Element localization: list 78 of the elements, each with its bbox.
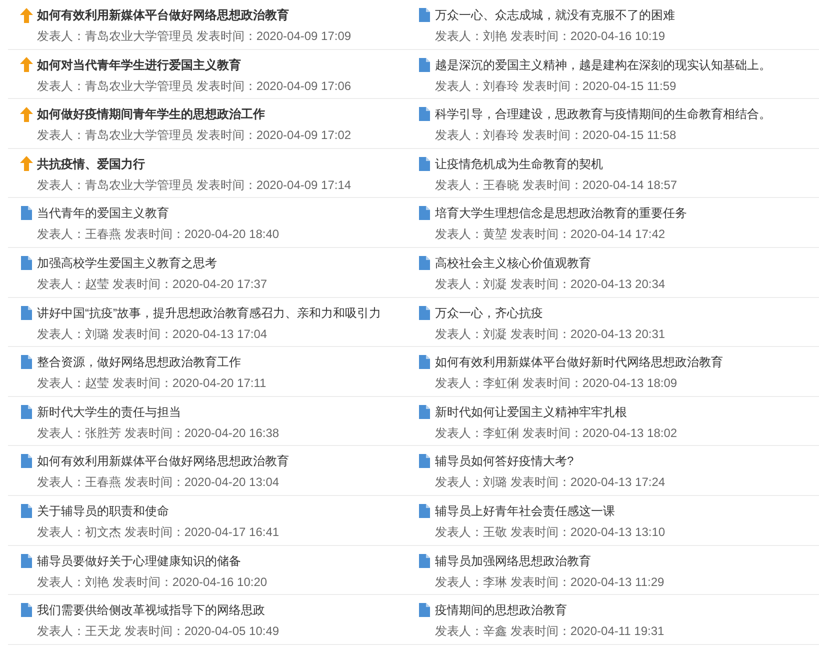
post-meta: 发表人：赵莹 发表时间：2020-04-20 17:11 — [36, 375, 266, 392]
article-link[interactable]: 如何对当代青年学生进行爱国主义教育 — [37, 56, 241, 74]
post-meta: 发表人：刘璐 发表时间：2020-04-13 17:04 — [36, 326, 268, 342]
article-link[interactable]: 辅导员要做好关于心理健康知识的储备 — [37, 552, 241, 570]
document-icon — [418, 306, 430, 320]
document-icon — [418, 454, 430, 468]
post-meta: 发表人：李琳 发表时间：2020-04-13 11:29 — [434, 574, 664, 590]
up-arrow-icon — [20, 57, 32, 72]
post-meta: 发表人：刘凝 发表时间：2020-04-13 20:31 — [434, 326, 666, 342]
document-icon — [418, 504, 430, 518]
post-meta: 发表人：初文杰 发表时间：2020-04-17 16:41 — [36, 524, 280, 540]
article-link[interactable]: 新时代如何让爱国主义精神牢牢扎根 — [435, 402, 627, 421]
post-meta: 发表人：青岛农业大学管理员 发表时间：2020-04-09 17:06 — [36, 78, 352, 94]
post-meta: 发表人：王春燕 发表时间：2020-04-20 18:40 — [36, 226, 280, 242]
post-meta: 发表人：刘春玲 发表时间：2020-04-15 11:58 — [434, 127, 676, 144]
document-icon — [418, 404, 430, 419]
article-link[interactable]: 辅导员如何答好疫情大考? — [435, 452, 574, 470]
document-icon — [20, 454, 32, 468]
article-link[interactable]: 共抗疫情、爱国力行 — [37, 154, 145, 173]
article-link[interactable]: 新时代大学生的责任与担当 — [37, 402, 181, 421]
document-icon — [20, 306, 32, 320]
article-link[interactable]: 我们需要供给侧改革视域指导下的网络思政 — [37, 601, 265, 620]
article-link[interactable]: 辅导员加强网络思想政治教育 — [435, 552, 591, 570]
document-icon — [20, 256, 32, 270]
document-icon — [418, 58, 430, 72]
post-meta: 发表人：刘春玲 发表时间：2020-04-15 11:59 — [434, 78, 676, 94]
article-link[interactable]: 如何有效利用新媒体平台做好网络思想政治教育 — [37, 6, 289, 24]
article-link[interactable]: 当代青年的爱国主义教育 — [37, 204, 169, 222]
article-link[interactable]: 万众一心，齐心抗疫 — [435, 304, 543, 322]
document-icon — [20, 404, 32, 419]
post-meta: 发表人：刘璐 发表时间：2020-04-13 17:24 — [434, 474, 666, 490]
document-icon — [418, 603, 430, 618]
post-meta: 发表人：王天龙 发表时间：2020-04-05 10:49 — [36, 623, 280, 640]
post-meta: 发表人：刘艳 发表时间：2020-04-16 10:20 — [36, 574, 268, 590]
document-icon — [418, 554, 430, 568]
article-link[interactable]: 万众一心、众志成城，就没有克服不了的困难 — [435, 6, 675, 24]
post-meta: 发表人：刘凝 发表时间：2020-04-13 20:34 — [434, 276, 666, 292]
document-icon — [418, 156, 430, 171]
up-arrow-icon — [20, 8, 32, 22]
post-meta: 发表人：赵莹 发表时间：2020-04-20 17:37 — [36, 276, 268, 292]
article-link[interactable]: 关于辅导员的职责和使命 — [37, 502, 169, 520]
document-icon — [20, 355, 32, 370]
document-icon — [418, 256, 430, 270]
article-link[interactable]: 加强高校学生爱国主义教育之思考 — [37, 254, 217, 272]
post-meta: 发表人：王春晓 发表时间：2020-04-14 18:57 — [434, 176, 678, 193]
article-link[interactable]: 辅导员上好青年社会责任感这一课 — [435, 502, 615, 520]
post-meta: 发表人：辛鑫 发表时间：2020-04-11 19:31 — [434, 623, 664, 640]
post-meta: 发表人：王春燕 发表时间：2020-04-20 13:04 — [36, 474, 280, 490]
article-link[interactable]: 讲好中国“抗疫”故事，提升思想政治教育感召力、亲和力和吸引力 — [37, 304, 381, 322]
up-arrow-icon — [20, 106, 32, 122]
article-link[interactable]: 疫情期间的思想政治教育 — [435, 601, 567, 620]
document-icon — [418, 355, 430, 370]
post-meta: 发表人：黄堃 发表时间：2020-04-14 17:42 — [434, 226, 666, 242]
article-link[interactable]: 培育大学生理想信念是思想政治教育的重要任务 — [435, 204, 687, 222]
article-link[interactable]: 高校社会主义核心价值观教育 — [435, 254, 591, 272]
post-meta: 发表人：张胜芳 发表时间：2020-04-20 16:38 — [36, 424, 280, 441]
post-meta: 发表人：李虹俐 发表时间：2020-04-13 18:09 — [434, 375, 678, 392]
post-meta: 发表人：王敬 发表时间：2020-04-13 13:10 — [434, 524, 666, 540]
document-icon — [20, 206, 32, 220]
article-link[interactable]: 整合资源，做好网络思想政治教育工作 — [37, 353, 241, 372]
document-icon — [418, 206, 430, 220]
article-link[interactable]: 如何做好疫情期间青年学生的思想政治工作 — [37, 105, 265, 124]
document-icon — [20, 554, 32, 568]
article-link[interactable]: 越是深沉的爱国主义精神，越是建构在深刻的现实认知基础上。 — [435, 56, 771, 74]
article-link[interactable]: 让疫情危机成为生命教育的契机 — [435, 154, 603, 173]
document-icon — [20, 603, 32, 618]
document-icon — [418, 107, 430, 122]
document-icon — [20, 504, 32, 518]
document-icon — [418, 8, 430, 22]
post-meta: 发表人：刘艳 发表时间：2020-04-16 10:19 — [434, 28, 666, 44]
up-arrow-icon — [20, 156, 32, 172]
article-link[interactable]: 如何有效利用新媒体平台做好网络思想政治教育 — [37, 452, 289, 470]
article-link[interactable]: 如何有效利用新媒体平台做好新时代网络思想政治教育 — [435, 353, 723, 372]
post-meta: 发表人：李虹俐 发表时间：2020-04-13 18:02 — [434, 424, 678, 441]
article-link[interactable]: 科学引导，合理建设，思政教育与疫情期间的生命教育相结合。 — [435, 105, 771, 124]
post-meta: 发表人：青岛农业大学管理员 发表时间：2020-04-09 17:09 — [36, 28, 352, 44]
post-meta: 发表人：青岛农业大学管理员 发表时间：2020-04-09 17:14 — [36, 176, 352, 193]
post-meta: 发表人：青岛农业大学管理员 发表时间：2020-04-09 17:02 — [36, 127, 352, 144]
